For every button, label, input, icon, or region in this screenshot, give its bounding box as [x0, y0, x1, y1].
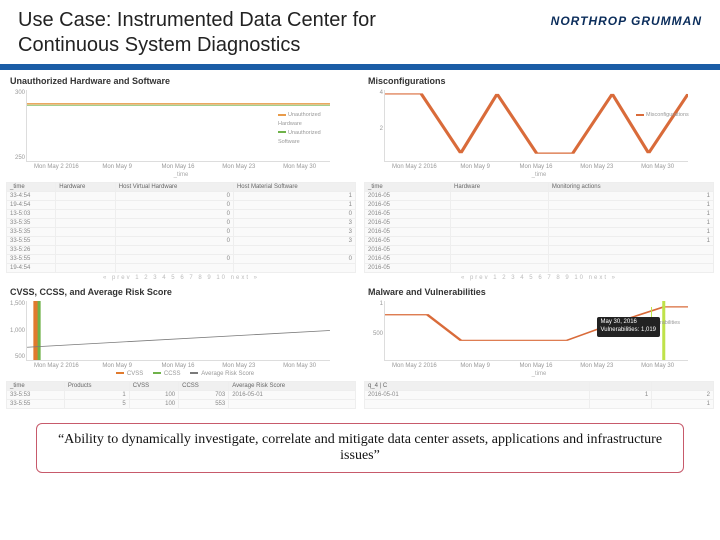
panel-misconfig: Misconfigurations 42 Misconfigurations M…	[364, 74, 714, 281]
pager[interactable]: « prev 1 2 3 4 5 6 7 8 9 10 next »	[6, 275, 356, 281]
table-row: 19-4:5401	[7, 201, 356, 210]
chart-svg	[27, 301, 330, 360]
table-row: 1	[365, 400, 714, 409]
y-axis: 300250	[9, 90, 25, 161]
page-title: Use Case: Instrumented Data Center for C…	[18, 8, 438, 58]
dashboard: Unauthorized Hardware and Software 30025…	[0, 74, 720, 409]
x-axis: Mon May 2 2016Mon May 9Mon May 16Mon May…	[26, 164, 330, 170]
table-row: 33-5:5311007032016-05-01	[7, 391, 356, 400]
table-row: 2016-05-0112	[365, 391, 714, 400]
header-divider	[0, 64, 720, 70]
table-riskscore[interactable]: _timeProductsCVSSCCSSAverage Risk Score …	[6, 381, 356, 409]
x-label: _time	[364, 371, 714, 377]
logo-text: NORTHROP GRUMMAN	[551, 14, 702, 28]
tooltip: May 30, 2016 Vulnerabilities: 1,019	[597, 317, 660, 337]
pager[interactable]: « prev 1 2 3 4 5 6 7 8 9 10 next »	[364, 275, 714, 281]
y-axis: 1500	[367, 301, 383, 360]
panel-title: Malware and Vulnerabilities	[364, 285, 714, 299]
table-row: 33-5:5500	[7, 255, 356, 264]
chart-riskscore[interactable]: 1,5001,000500	[26, 301, 330, 361]
table-row: 2016-05	[365, 264, 714, 273]
quote-box: “Ability to dynamically investigate, cor…	[36, 423, 684, 473]
table-row: 13-5:0300	[7, 210, 356, 219]
x-axis: Mon May 2 2016Mon May 9Mon May 16Mon May…	[26, 363, 330, 369]
panel-riskscore: CVSS, CCSS, and Average Risk Score 1,500…	[6, 285, 356, 409]
legend: Unauthorized Hardware Unauthorized Softw…	[278, 111, 334, 146]
header: Use Case: Instrumented Data Center for C…	[0, 0, 720, 62]
x-label: _time	[364, 172, 714, 178]
y-axis: 42	[367, 90, 383, 161]
table-row: 33-5:555100553	[7, 400, 356, 409]
table-row: 33-5:3503	[7, 228, 356, 237]
table-row: 2016-051	[365, 201, 714, 210]
table-row: 33-4:5401	[7, 192, 356, 201]
chart-svg	[385, 90, 688, 161]
table-unauthorized[interactable]: _timeHardwareHost Virtual HardwareHost M…	[6, 182, 356, 273]
table-row: 2016-051	[365, 219, 714, 228]
chart-unauthorized[interactable]: 300250 Unauthorized Hardware Unauthorize…	[26, 90, 330, 162]
table-row: 2016-051	[365, 228, 714, 237]
table-row: 2016-05	[365, 255, 714, 264]
x-axis: Mon May 2 2016Mon May 9Mon May 16Mon May…	[384, 164, 688, 170]
panel-title: Misconfigurations	[364, 74, 714, 88]
table-row: 33-5:3503	[7, 219, 356, 228]
table-row: 2016-05	[365, 246, 714, 255]
table-row: 33-5:26	[7, 246, 356, 255]
chart-vuln[interactable]: 1500 Vulnerabilities May 30, 2016 Vulner…	[384, 301, 688, 361]
panel-title: Unauthorized Hardware and Software	[6, 74, 356, 88]
table-row: 19-4:54	[7, 264, 356, 273]
table-vuln[interactable]: q_4 | C 2016-05-0112 1	[364, 381, 714, 409]
chart-misconfig[interactable]: 42 Misconfigurations	[384, 90, 688, 162]
y-axis: 1,5001,000500	[9, 301, 25, 360]
table-row: 2016-051	[365, 210, 714, 219]
table-row: 33-5:5503	[7, 237, 356, 246]
panel-vuln: Malware and Vulnerabilities 1500 Vulnera…	[364, 285, 714, 409]
table-misconfig[interactable]: _timeHardwareMonitoring actions 2016-051…	[364, 182, 714, 273]
x-axis: Mon May 2 2016Mon May 9Mon May 16Mon May…	[384, 363, 688, 369]
legend: CVSS CCSS Average Risk Score	[6, 371, 356, 377]
table-row: 2016-051	[365, 237, 714, 246]
legend: Misconfigurations	[636, 111, 692, 120]
panel-unauthorized: Unauthorized Hardware and Software 30025…	[6, 74, 356, 281]
table-row: 2016-051	[365, 192, 714, 201]
x-label: _time	[6, 172, 356, 178]
panel-title: CVSS, CCSS, and Average Risk Score	[6, 285, 356, 299]
